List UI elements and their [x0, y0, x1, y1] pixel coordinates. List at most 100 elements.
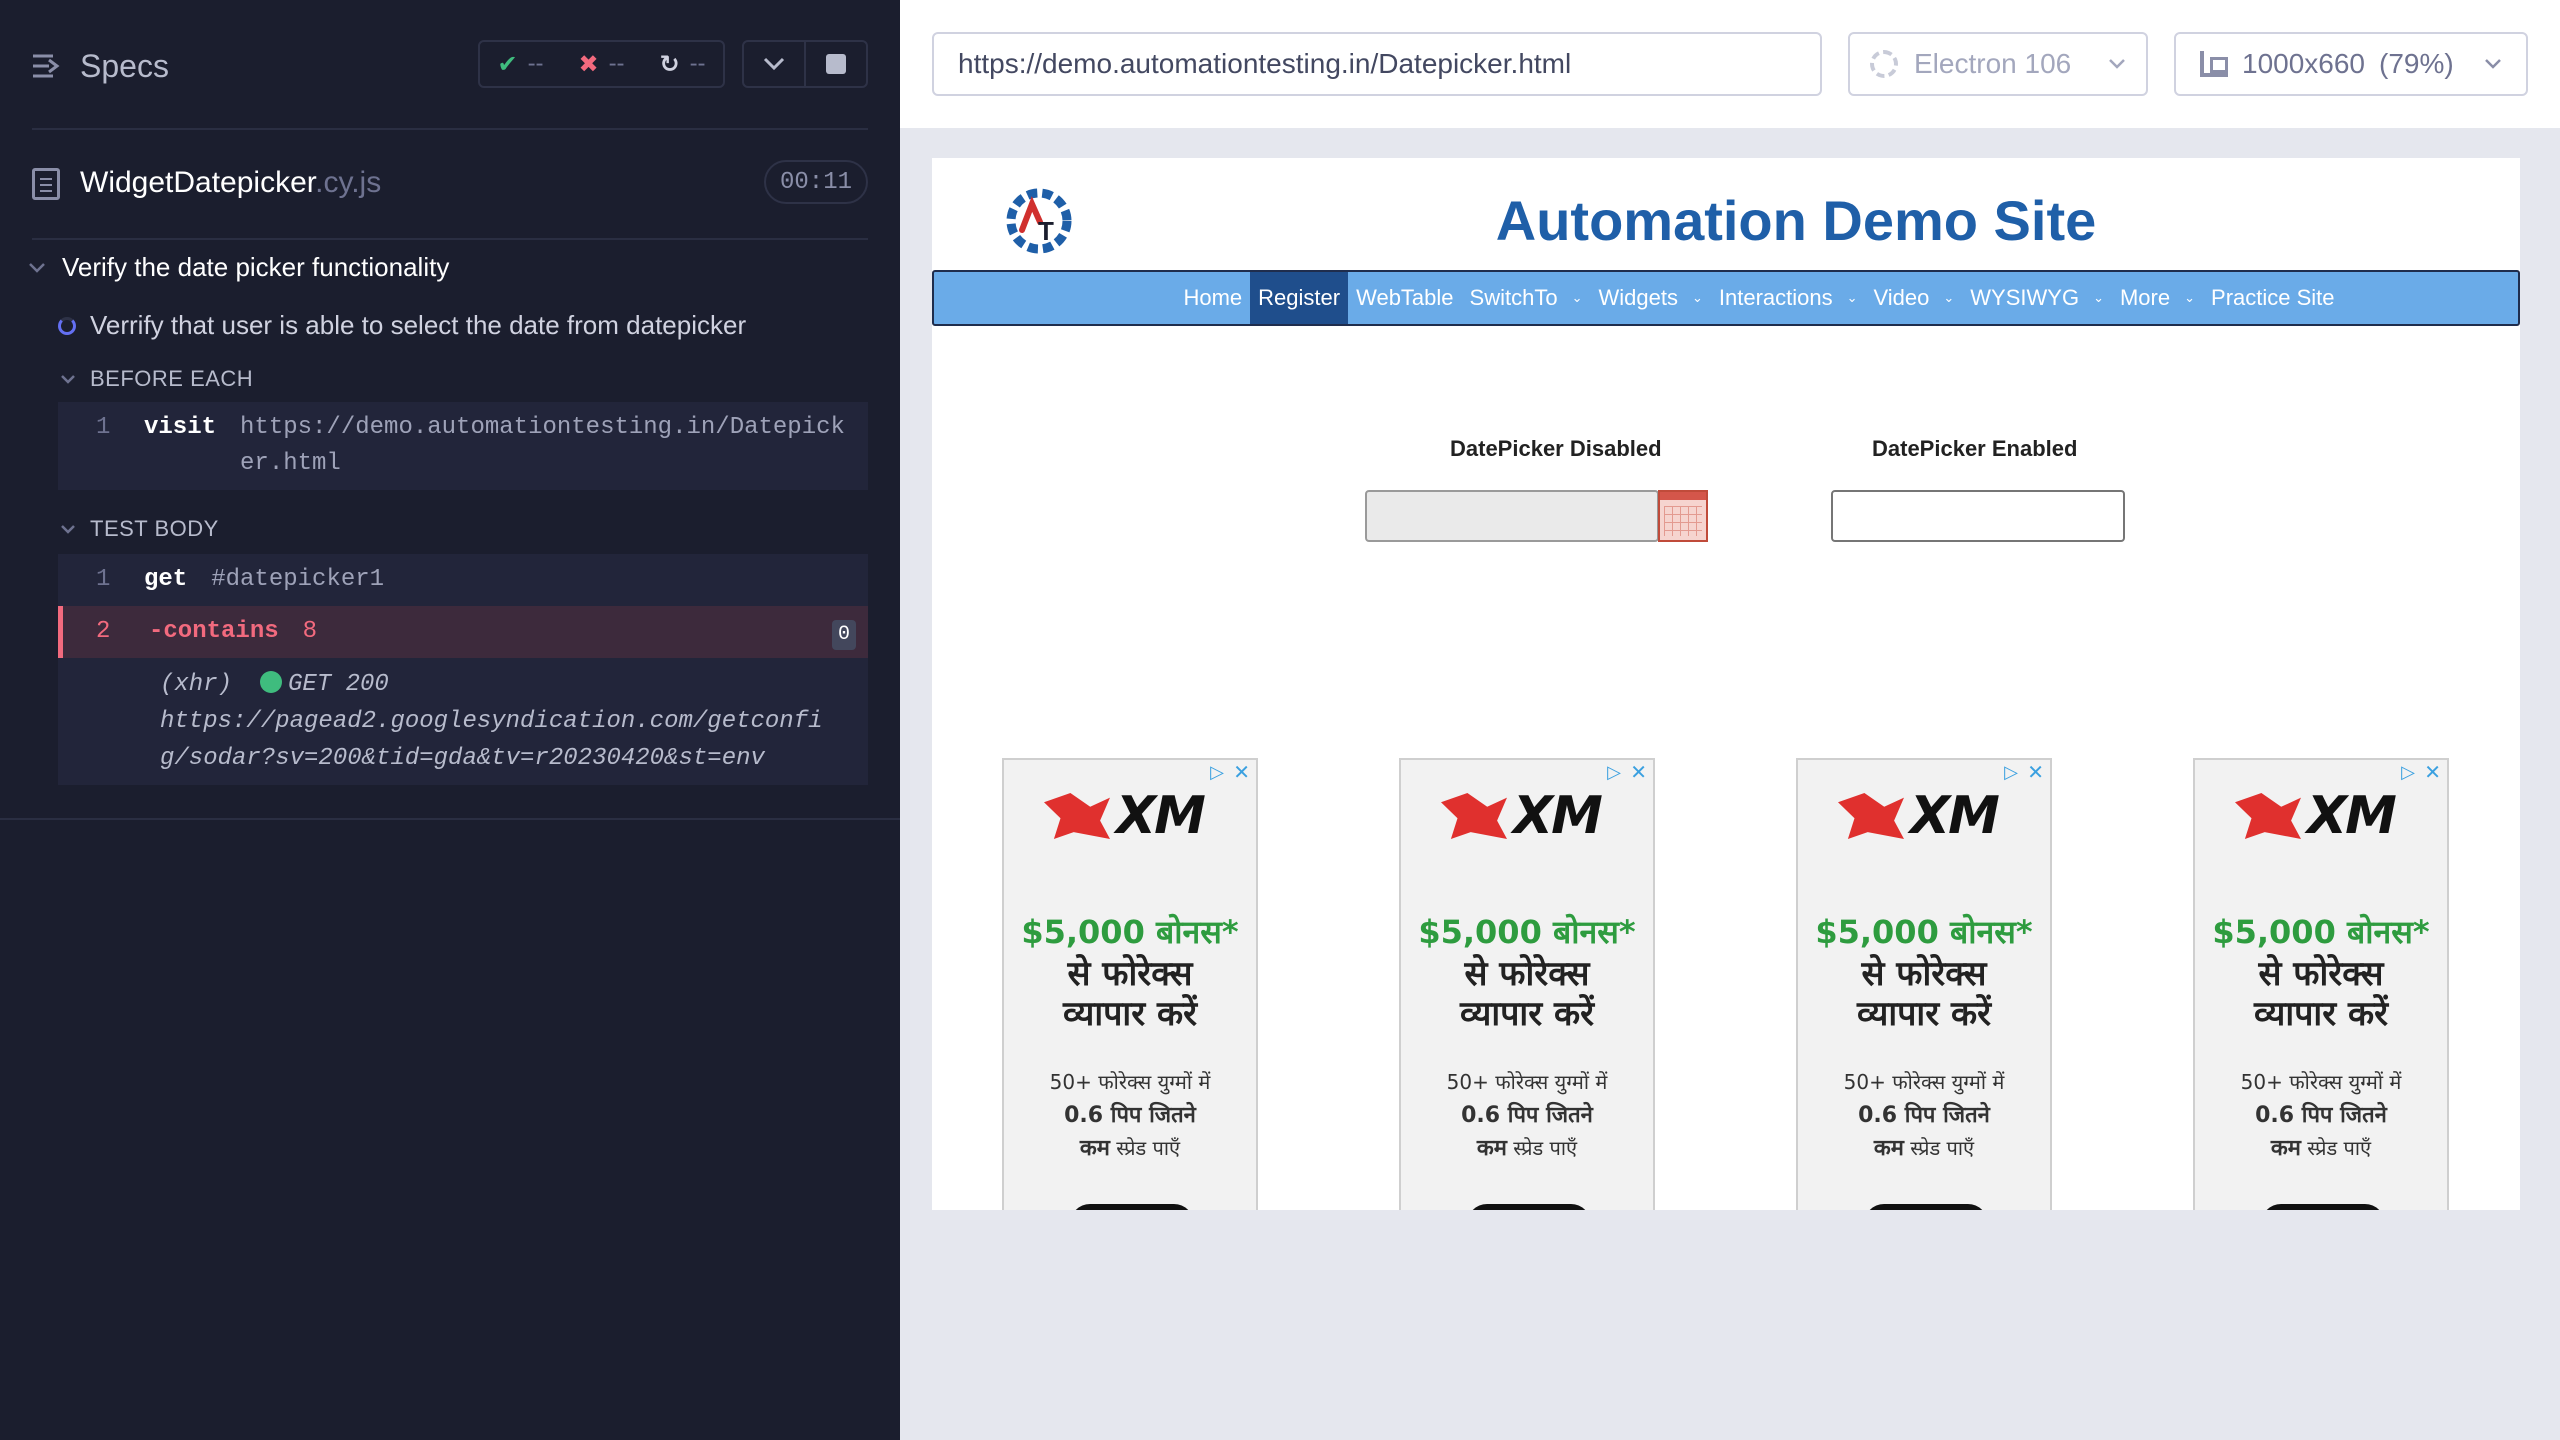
ad-bonus: $5,000 बोनस* — [1021, 913, 1239, 951]
adchoices-icon[interactable]: ▷ — [2401, 762, 2415, 783]
passed-stat: ✔ -- — [497, 50, 543, 79]
nav-item-label: SwitchTo — [1469, 285, 1558, 310]
nav-item-label: Register — [1258, 285, 1341, 310]
nav-item-practice-site[interactable]: Practice Site — [2203, 272, 2343, 324]
spec-name: WidgetDatepicker — [80, 166, 316, 199]
ad-subtext-bold: कम — [1873, 1136, 1904, 1161]
ad-bonus: $5,000 बोनस* — [1815, 913, 2033, 951]
running-indicator-icon — [58, 316, 76, 335]
ad-cta-button[interactable] — [1864, 1204, 1988, 1210]
pending-stat: ↻ -- — [659, 50, 705, 79]
nav-item-label: Widgets — [1598, 285, 1678, 310]
ad-brand: XM — [1116, 786, 1206, 846]
stop-button[interactable] — [804, 42, 866, 86]
ad-headline: से फोरेक्स व्यापार करें — [1401, 954, 1653, 1034]
xhr-log-row[interactable]: (xhr) GET 200 https://pagead2.googlesyndi… — [58, 658, 868, 785]
xm-logo: XM — [1044, 786, 1206, 846]
close-icon[interactable]: ✕ — [2424, 760, 2441, 784]
suite-title: Verify the date picker functionality — [62, 252, 450, 282]
nav-item-home[interactable]: Home — [1175, 272, 1250, 324]
x-icon: ✖ — [578, 50, 599, 78]
xm-logo-mark-icon — [2235, 793, 2301, 839]
ad-bonus: $5,000 बोनस* — [2212, 913, 2430, 951]
command-name: -contains — [149, 618, 279, 645]
ad-banner[interactable]: ▷ ✕ XM $5,000 बोनस* से फोरेक्स व्यापार करें 50… — [2193, 758, 2449, 1210]
aut-header: https://demo.automationtesting.in/Datepi… — [900, 0, 2560, 128]
test-body-hook-title[interactable]: TEST BODY — [60, 516, 219, 542]
command-row[interactable]: 1 visit https://demo.automationtesting.i… — [58, 402, 868, 490]
hook-label: BEFORE EACH — [90, 366, 254, 391]
close-icon[interactable]: ✕ — [2027, 760, 2044, 784]
test-title-row[interactable]: Verrify that user is able to select the … — [58, 310, 746, 341]
nav-item-register[interactable]: Register — [1250, 272, 1349, 324]
nav-item-widgets[interactable]: Widgets ⌄ — [1590, 272, 1710, 324]
command-message: #datepicker1 — [211, 566, 385, 593]
url-bar[interactable]: https://demo.automationtesting.in/Datepi… — [932, 32, 1822, 96]
ad-cta-button[interactable] — [2261, 1204, 2385, 1210]
aut-iframe: T Automation Demo Site Home Register WebTa… — [932, 158, 2520, 1210]
xhr-type: (xhr) — [160, 671, 233, 698]
nav-item-video[interactable]: Video ⌄ — [1866, 272, 1963, 324]
ad-subtext-bold: कम — [2270, 1136, 2301, 1161]
datepicker-enabled-input[interactable] — [1831, 490, 2125, 542]
browser-selector[interactable]: Electron 106 — [1848, 32, 2148, 96]
ad-headline-line: से फोरेक्स — [2258, 954, 2384, 994]
ad-banner[interactable]: ▷ ✕ XM $5,000 बोनस* से फोरेक्स व्यापार करें 50… — [1399, 758, 1655, 1210]
spec-file-row[interactable]: WidgetDatepicker.cy.js 00:11 — [32, 160, 868, 210]
ad-subtext-rest: स्प्रेड पाएँ — [2300, 1136, 2372, 1160]
adchoices-icon[interactable]: ▷ — [2004, 762, 2018, 783]
nav-item-wysiwyg[interactable]: WYSIWYG ⌄ — [1962, 272, 2112, 324]
viewport-selector[interactable]: 1000x660 (79%) — [2174, 32, 2528, 96]
nav-item-interactions[interactable]: Interactions ⌄ — [1711, 272, 1866, 324]
suite-title-row[interactable]: Verify the date picker functionality — [28, 252, 449, 283]
failed-count: -- — [608, 50, 625, 77]
ad-banner[interactable]: ▷ ✕ XM $5,000 बोनस* से फोरेक्स व्यापार करें 50… — [1796, 758, 2052, 1210]
ad-cta-button[interactable] — [1070, 1204, 1194, 1210]
xm-logo: XM — [1838, 786, 2000, 846]
command-number: 1 — [96, 566, 111, 593]
datepicker-enabled-label: DatePicker Enabled — [1872, 436, 2078, 461]
ad-brand: XM — [1513, 786, 1603, 846]
nav-item-label: Practice Site — [2211, 285, 2335, 310]
ad-banner[interactable]: ▷ ✕ XM $5,000 बोनस* से फोरेक्स व्यापार करें 50… — [1002, 758, 1258, 1210]
nav-item-more[interactable]: More ⌄ — [2112, 272, 2203, 324]
divider — [0, 818, 900, 820]
elements-count-badge: 0 — [832, 620, 856, 650]
nav-item-webtable[interactable]: WebTable — [1348, 272, 1461, 324]
chevron-down-icon: ⌄ — [1846, 290, 1858, 305]
reporter-header: Specs ✔ -- ✖ -- ↻ -- — [0, 0, 900, 130]
xhr-status: GET 200 — [288, 671, 389, 698]
command-name: visit — [144, 414, 217, 441]
ad-subtext-line: 0.6 पिप जितने — [1064, 1103, 1196, 1128]
ad-subtext-rest: स्प्रेड पाएँ — [1506, 1136, 1578, 1160]
before-each-hook-title[interactable]: BEFORE EACH — [60, 366, 253, 392]
command-row[interactable]: 1 get #datepicker1 — [58, 554, 868, 606]
ad-headline-line: व्यापार करें — [1459, 994, 1595, 1034]
adchoices-icon[interactable]: ▷ — [1210, 762, 1224, 783]
ad-cta-button[interactable] — [1467, 1204, 1591, 1210]
collapse-button[interactable] — [744, 42, 804, 86]
xm-logo-mark-icon — [1441, 793, 1507, 839]
adchoices-icon[interactable]: ▷ — [1607, 762, 1621, 783]
datepicker-disabled-label: DatePicker Disabled — [1450, 436, 1662, 461]
nav-item-switchto[interactable]: SwitchTo ⌄ — [1462, 272, 1591, 324]
spec-file-name: WidgetDatepicker.cy.js — [80, 166, 381, 200]
specs-menu-icon[interactable] — [31, 52, 63, 80]
xm-logo: XM — [1441, 786, 1603, 846]
chevron-down-icon — [29, 262, 45, 273]
ad-subtext-line: 0.6 पिप जितने — [1461, 1103, 1593, 1128]
browser-icon — [1870, 50, 1898, 78]
chevron-down-icon: ⌄ — [1571, 290, 1583, 305]
ad-headline-line: व्यापार करें — [1062, 994, 1198, 1034]
nav-item-label: Video — [1873, 285, 1930, 310]
viewport-size: 1000x660 — [2242, 48, 2366, 79]
specs-title[interactable]: Specs — [80, 48, 169, 85]
ad-subtext: 50+ फोरेक्स युग्मों में 0.6 पिप जितने कम स… — [1004, 1066, 1256, 1165]
close-icon[interactable]: ✕ — [1630, 760, 1647, 784]
ad-subtext-line: 50+ फोरेक्स युग्मों में — [1049, 1070, 1211, 1094]
calendar-icon[interactable] — [1658, 490, 1708, 542]
ad-headline-line: व्यापार करें — [2253, 994, 2389, 1034]
active-command-row[interactable]: 2 -contains 8 0 — [58, 606, 868, 658]
close-icon[interactable]: ✕ — [1233, 760, 1250, 784]
chevron-down-icon — [763, 57, 785, 71]
